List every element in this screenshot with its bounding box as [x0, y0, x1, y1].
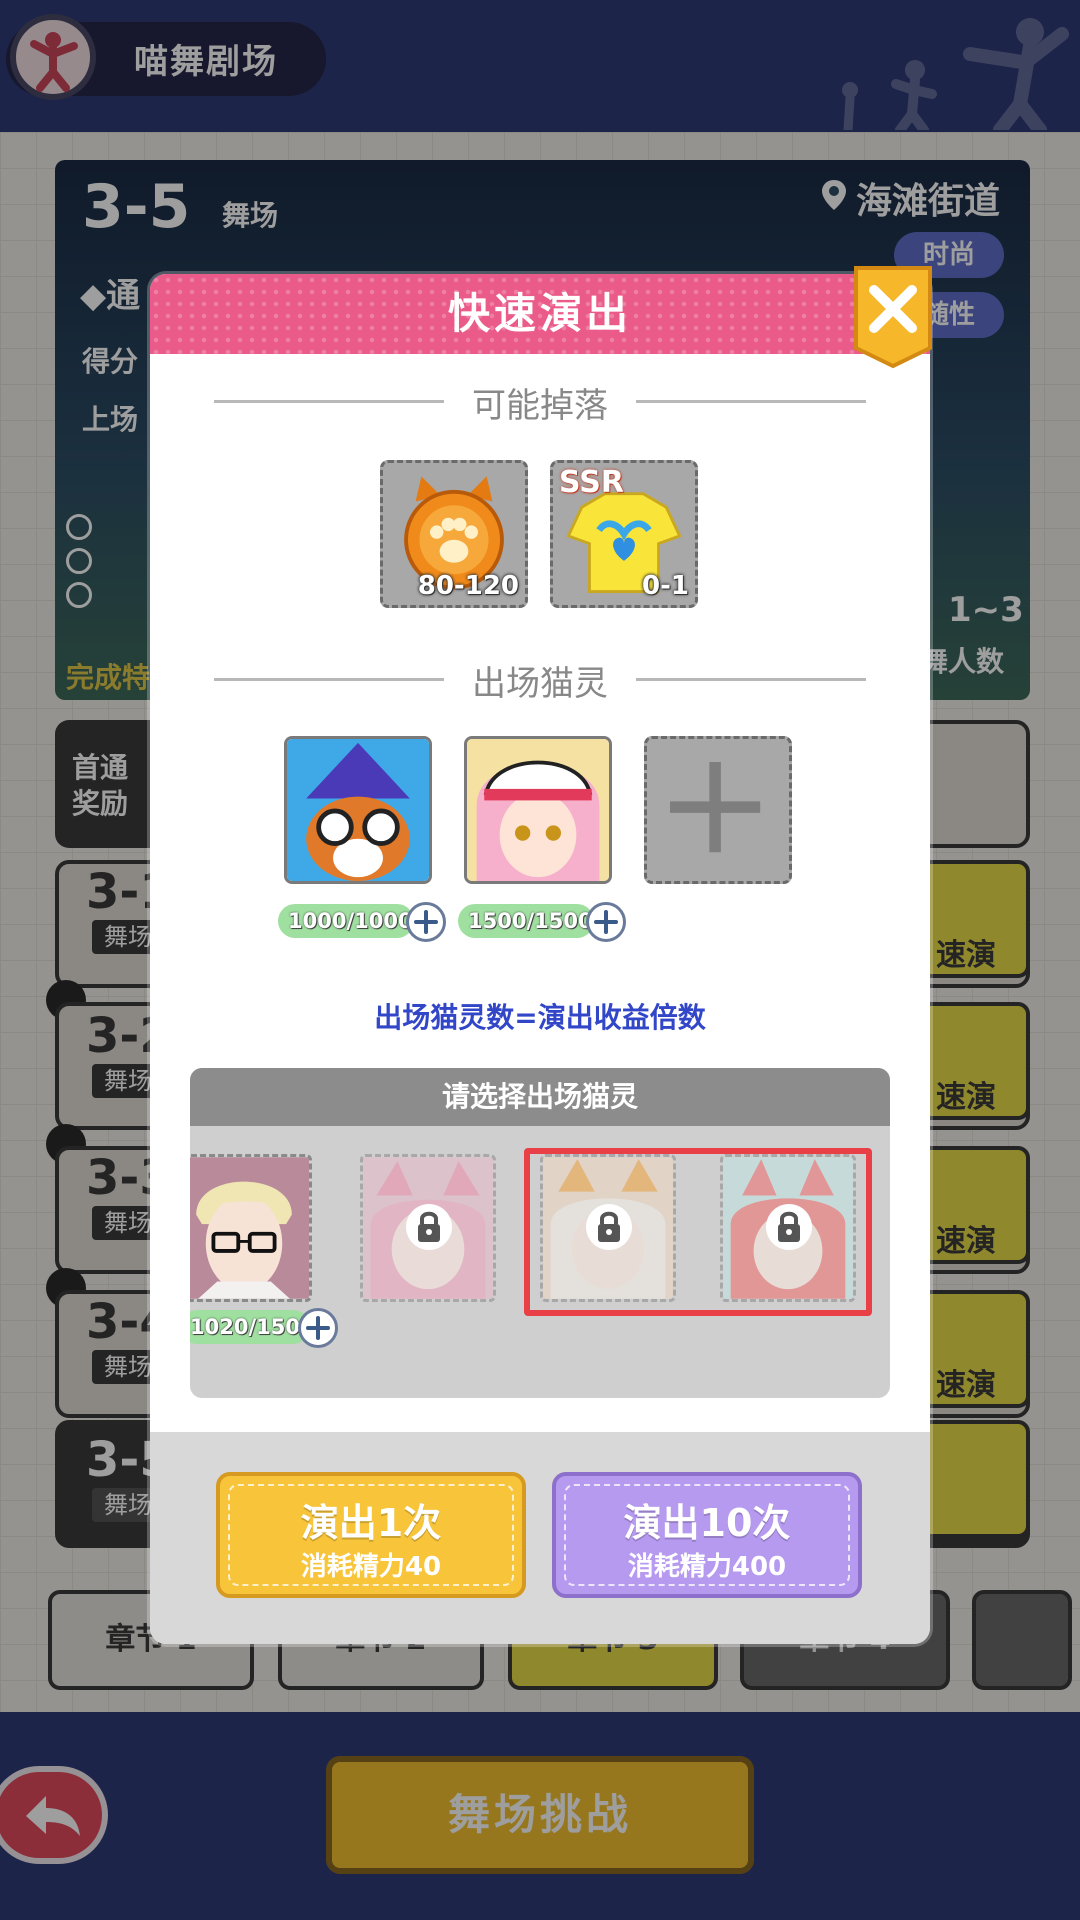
plus-icon	[414, 910, 438, 934]
add-stamina-button[interactable]	[586, 902, 626, 942]
team-slot[interactable]	[284, 736, 432, 884]
drop-slot[interactable]: SSR 0-1	[550, 460, 698, 608]
perform-ten-button[interactable]: 演出10次 消耗精力400	[552, 1472, 862, 1598]
plus-icon	[594, 910, 618, 934]
perform-ten-label: 演出10次	[623, 1501, 791, 1545]
drop-count: 80-120	[417, 571, 519, 601]
stamina-bar: 1500/1500	[458, 904, 594, 938]
select-title: 请选择出场猫灵	[190, 1068, 890, 1126]
add-stamina-button[interactable]	[298, 1308, 338, 1348]
stamina-bar: 1000/1000	[278, 904, 414, 938]
fox-wizard-portrait	[287, 739, 429, 881]
glasses-man-portrait	[190, 1157, 309, 1299]
quick-perform-modal: 快速演出 可能掉落 80-120 SSR 0-1 出场猫灵 1000/1000 …	[150, 274, 930, 1644]
perform-ten-cost: 消耗精力400	[627, 1552, 787, 1582]
add-slot-icon	[670, 762, 761, 853]
perform-once-label: 演出1次	[300, 1501, 442, 1545]
drop-slot[interactable]: 80-120	[380, 460, 528, 608]
candidate-slot[interactable]	[190, 1154, 312, 1302]
locked-candidates-highlight	[524, 1148, 872, 1316]
close-button[interactable]	[850, 262, 936, 370]
divider	[214, 678, 444, 681]
ssr-badge: SSR	[559, 465, 624, 500]
stamina-bar: 1020/1500	[190, 1310, 315, 1344]
perform-once-button[interactable]: 演出1次 消耗精力40	[216, 1472, 526, 1598]
divider	[636, 400, 866, 403]
hint-text: 出场猫灵数=演出收益倍数	[374, 1001, 706, 1034]
drop-count: 0-1	[642, 571, 689, 601]
drops-title: 可能掉落	[472, 386, 608, 426]
add-stamina-button[interactable]	[406, 902, 446, 942]
plus-icon	[306, 1316, 330, 1340]
perform-once-cost: 消耗精力40	[300, 1552, 442, 1582]
divider	[636, 678, 866, 681]
cap-girl-portrait	[467, 739, 609, 881]
team-slot[interactable]	[464, 736, 612, 884]
modal-title: 快速演出	[447, 289, 632, 338]
empty-team-slot[interactable]	[644, 736, 792, 884]
lock-icon	[406, 1204, 452, 1250]
team-title: 出场猫灵	[472, 664, 608, 704]
divider	[214, 400, 444, 403]
